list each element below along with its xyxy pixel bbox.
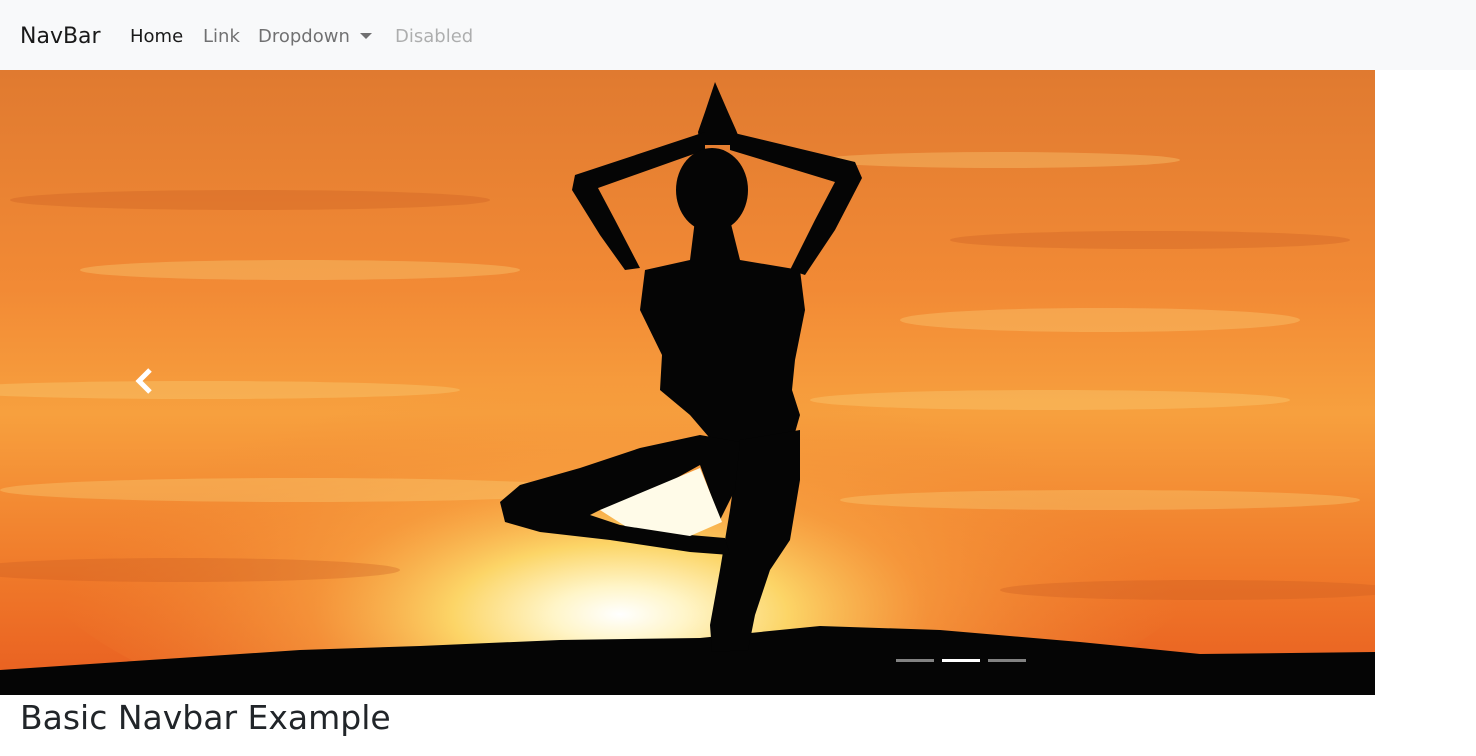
caret-down-icon: [359, 33, 372, 39]
nav-item-link[interactable]: Link: [203, 25, 240, 49]
nav-item-dropdown-label: Dropdown: [258, 26, 350, 47]
chevron-left-icon: [135, 368, 152, 394]
nav-item-home[interactable]: Home: [130, 25, 183, 49]
page-title: Basic Navbar Example: [20, 698, 391, 737]
carousel: [0, 70, 1375, 695]
carousel-indicator-2[interactable]: [942, 659, 980, 662]
nav-item-dropdown[interactable]: Dropdown: [258, 25, 372, 49]
navbar: NavBar Home Link Dropdown Disabled: [0, 0, 1476, 70]
carousel-indicators: [896, 659, 1034, 663]
carousel-prev-control[interactable]: [130, 366, 160, 396]
carousel-indicator-1[interactable]: [896, 659, 934, 662]
navbar-brand[interactable]: NavBar: [20, 22, 101, 52]
nav-item-disabled: Disabled: [395, 26, 474, 47]
carousel-slide-image: [0, 70, 1375, 695]
cutoff-paragraph: [20, 746, 640, 756]
carousel-indicator-3[interactable]: [988, 659, 1026, 662]
